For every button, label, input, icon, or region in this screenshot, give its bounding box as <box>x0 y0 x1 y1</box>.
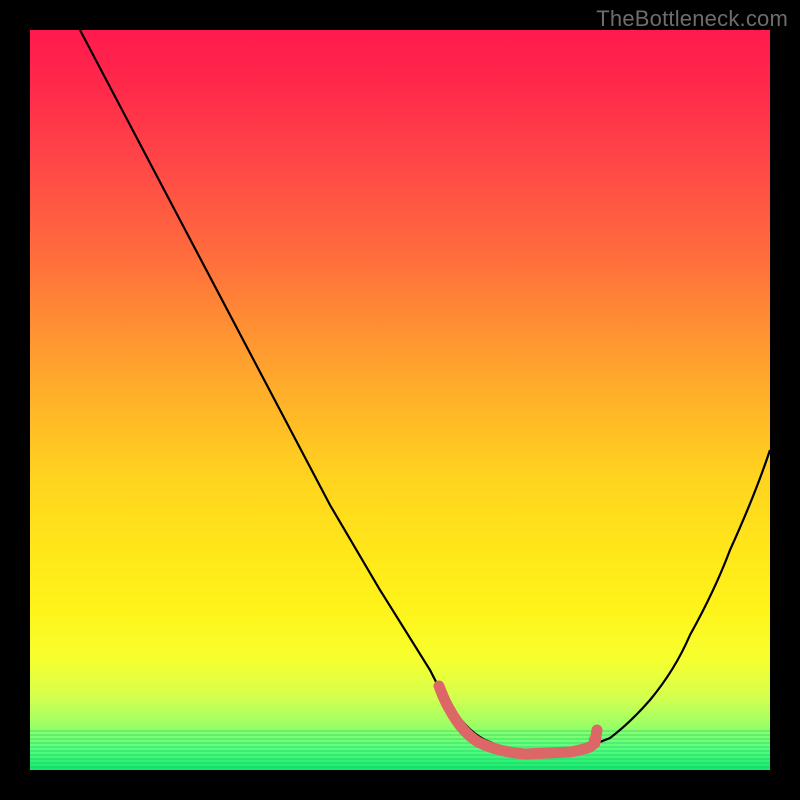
chart-frame: TheBottleneck.com <box>0 0 800 800</box>
trough-marker <box>439 686 597 754</box>
plot-area <box>30 30 770 770</box>
attribution-label: TheBottleneck.com <box>596 6 788 32</box>
curve-svg <box>30 30 770 770</box>
bottleneck-curve <box>80 30 770 753</box>
